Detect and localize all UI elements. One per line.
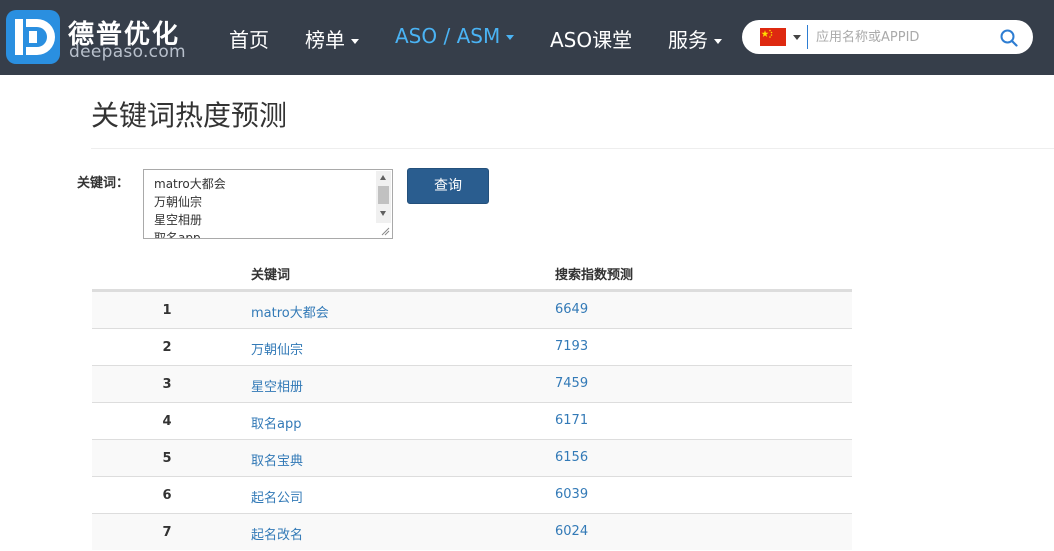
scroll-up-arrow-icon[interactable]	[380, 175, 386, 180]
column-header-prediction[interactable]: 搜索指数预测	[555, 264, 633, 283]
title-divider	[91, 148, 1054, 149]
row-keyword-link[interactable]: matro大都会	[251, 302, 329, 321]
nav-aso-asm[interactable]: ASO / ASM	[395, 24, 515, 48]
row-index: 2	[162, 340, 172, 355]
logo-mark-icon	[6, 10, 60, 64]
row-prediction-value[interactable]: 6171	[555, 413, 588, 428]
row-keyword-link[interactable]: 星空相册	[251, 376, 303, 395]
table-row: 1 matro大都会 6649	[92, 291, 852, 328]
nav-aso-class[interactable]: ASO课堂	[550, 24, 632, 53]
scrollbar-thumb[interactable]	[378, 186, 389, 204]
logo-domain: deepaso.com	[69, 42, 186, 62]
row-index: 6	[162, 488, 172, 503]
nav-services[interactable]: 服务	[668, 24, 722, 53]
china-flag-icon[interactable]	[760, 28, 786, 46]
table-row: 5 取名宝典 6156	[92, 439, 852, 476]
site-logo[interactable]: 德普优化 deepaso.com	[6, 10, 186, 66]
table-header-row: 关键词 搜索指数预测	[92, 254, 852, 291]
row-keyword-link[interactable]: 起名改名	[251, 524, 303, 543]
chevron-down-icon	[506, 35, 515, 40]
search-icon[interactable]	[999, 28, 1019, 48]
app-search-input[interactable]	[816, 27, 986, 47]
table-row: 6 起名公司 6039	[92, 476, 852, 513]
resize-grip-icon[interactable]	[380, 226, 390, 236]
table-row: 3 星空相册 7459	[92, 365, 852, 402]
chevron-down-icon	[351, 39, 359, 44]
nav-aso-asm-label: ASO / ASM	[395, 24, 501, 48]
top-navbar: 德普优化 deepaso.com 首页 榜单 ASO / ASM ASO课堂 服…	[0, 0, 1054, 75]
keyword-line: matro大都会	[154, 177, 226, 191]
country-dropdown-caret-icon[interactable]	[793, 35, 801, 40]
table-row: 2 万朝仙宗 7193	[92, 328, 852, 365]
nav-aso-class-label: ASO课堂	[550, 28, 633, 52]
keyword-line: 星空相册	[154, 213, 203, 227]
row-prediction-value[interactable]: 6156	[555, 450, 588, 465]
query-button[interactable]: 查询	[407, 168, 489, 204]
nav-home-label: 首页	[229, 28, 269, 52]
row-prediction-value[interactable]: 7193	[555, 339, 588, 354]
textarea-scrollbar[interactable]	[376, 171, 391, 223]
column-header-keyword[interactable]: 关键词	[251, 264, 290, 283]
row-keyword-link[interactable]: 取名宝典	[251, 450, 303, 469]
row-prediction-value[interactable]: 6649	[555, 302, 588, 317]
keyword-line: 取名app	[154, 231, 201, 239]
table-row: 7 起名改名 6024	[92, 513, 852, 550]
row-prediction-value[interactable]: 7459	[555, 376, 588, 391]
nav-home[interactable]: 首页	[229, 24, 269, 53]
row-index: 1	[162, 303, 172, 318]
row-keyword-link[interactable]: 起名公司	[251, 487, 303, 506]
nav-rankings[interactable]: 榜单	[305, 24, 359, 53]
keyword-textarea[interactable]: matro大都会 万朝仙宗 星空相册 取名app	[143, 169, 393, 239]
nav-rankings-label: 榜单	[305, 28, 345, 52]
row-index: 4	[162, 414, 172, 429]
row-index: 7	[162, 525, 172, 540]
app-search-box	[742, 20, 1033, 54]
page-title: 关键词热度预测	[91, 99, 288, 132]
row-keyword-link[interactable]: 取名app	[251, 413, 301, 432]
keyword-textarea-content: matro大都会 万朝仙宗 星空相册 取名app	[154, 175, 226, 239]
row-prediction-value[interactable]: 6024	[555, 524, 588, 539]
results-table: 关键词 搜索指数预测 1 matro大都会 6649 2 万朝仙宗 7193 3…	[92, 254, 852, 550]
scroll-down-arrow-icon[interactable]	[380, 211, 386, 216]
keyword-label: 关键词：	[77, 176, 130, 191]
chevron-down-icon	[714, 39, 722, 44]
table-row: 4 取名app 6171	[92, 402, 852, 439]
row-index: 3	[162, 377, 172, 392]
row-index: 5	[162, 451, 172, 466]
search-divider	[807, 25, 808, 49]
row-keyword-link[interactable]: 万朝仙宗	[251, 339, 303, 358]
keyword-line: 万朝仙宗	[154, 195, 203, 209]
nav-services-label: 服务	[668, 28, 708, 52]
row-prediction-value[interactable]: 6039	[555, 487, 588, 502]
